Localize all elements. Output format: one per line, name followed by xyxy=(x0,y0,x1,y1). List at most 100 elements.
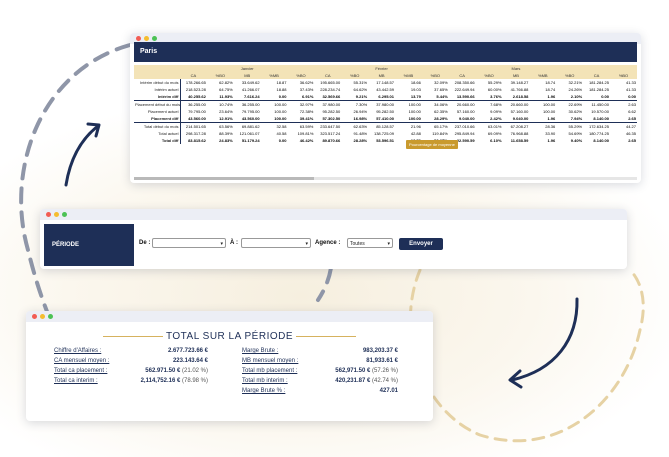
column-header: MB xyxy=(368,72,395,79)
table-row: Intérim diff 40.255.62 11.93% 7.616.24 0.00 6… xyxy=(134,93,637,101)
total-label: Total mb placement : xyxy=(242,368,298,374)
table-cell: 32.97% xyxy=(287,100,315,108)
table-cell: 62.82% xyxy=(219,80,233,85)
data-table: Janvier Février Mars CA %BO MB %MB %BO CA %BO M… xyxy=(134,65,637,175)
table-cell: 83.815.62 xyxy=(188,138,206,143)
column-header: CA xyxy=(583,72,610,79)
send-button[interactable]: Envoyer xyxy=(399,238,443,250)
title-divider-right xyxy=(296,336,356,337)
minimize-dot-icon[interactable] xyxy=(40,314,45,319)
scrollbar-thumb[interactable] xyxy=(134,177,314,180)
table-cell: 100.00 xyxy=(274,109,287,114)
close-dot-icon[interactable] xyxy=(46,212,51,217)
table-cell: 7.30% xyxy=(341,100,369,108)
table-cell: 32.58 xyxy=(260,122,288,130)
table-cell: 2.65 xyxy=(628,116,636,121)
table-cell: 6.10% xyxy=(490,138,502,143)
chevron-down-icon: ▾ xyxy=(387,241,390,247)
to-date-select[interactable]: ▾ xyxy=(241,238,311,248)
table-cell: 37.65% xyxy=(434,87,448,92)
table-cell: 55.29% xyxy=(487,80,502,85)
table-cell: 40.255.62 xyxy=(188,94,206,99)
table-cell: 24.26% xyxy=(568,87,583,92)
table-cell: 100.00 xyxy=(529,100,557,108)
column-header: %BO xyxy=(556,72,584,79)
table-cell: 95.282.50 xyxy=(376,109,394,114)
table-cell: 40.58 xyxy=(276,131,287,136)
row-label: Placement début du mois xyxy=(134,100,181,108)
table-cell: 9.21% xyxy=(355,94,368,99)
column-header: %BO xyxy=(421,72,449,79)
row-label: Intérim diff xyxy=(134,93,181,101)
table-cell: 41.266.07 xyxy=(241,87,260,92)
maximize-dot-icon[interactable] xyxy=(62,212,67,217)
close-dot-icon[interactable] xyxy=(136,36,141,41)
table-cell: 41.766.88 xyxy=(510,87,529,92)
table-cell: 6.91% xyxy=(302,94,314,99)
table-cell: 36.255.00 xyxy=(233,100,261,108)
page-title: Paris xyxy=(134,42,637,62)
table-cell: 0.00 xyxy=(628,94,636,99)
table-cell: 100.00 xyxy=(543,109,556,114)
filter-bar: PÉRIODE De : ▾ À : ▾ Agence : Toutes ▾ En… xyxy=(44,224,623,266)
table-cell: 6.62 xyxy=(628,109,636,114)
table-cell: 5.44% xyxy=(436,94,448,99)
minimize-dot-icon[interactable] xyxy=(144,36,149,41)
table-cell: 41.33 xyxy=(625,80,636,85)
table-cell: 195.665.00 xyxy=(320,80,341,85)
total-label: Marge Brute : xyxy=(242,348,279,354)
table-cell: 42.88 xyxy=(410,131,421,136)
table-cell: 67.208.27 xyxy=(502,122,530,130)
table-cell: 9.40% xyxy=(570,138,583,143)
table-cell: 62.63% xyxy=(341,122,369,130)
table-cell: 100.00 xyxy=(274,116,287,121)
row-label: Intérim actuel xyxy=(134,86,181,93)
table-cell: 79.795.00 xyxy=(241,109,260,114)
table-cell: 33.90 xyxy=(545,131,556,136)
table-cell: 36.62% xyxy=(299,80,314,85)
table-cell: 28.29% xyxy=(434,116,448,121)
table-cell: 11.450.00 xyxy=(583,100,610,108)
column-header: MB xyxy=(233,72,261,79)
column-header: %MB xyxy=(529,72,557,79)
total-label: Chiffre d'Affaires : xyxy=(54,348,102,354)
total-value: 2,114,752.16 € xyxy=(140,378,181,384)
horizontal-scrollbar[interactable] xyxy=(134,177,637,180)
maximize-dot-icon[interactable] xyxy=(152,36,157,41)
maximize-dot-icon[interactable] xyxy=(48,314,53,319)
table-cell: 6.295.01 xyxy=(378,94,394,99)
table-cell: 72.38% xyxy=(299,109,314,114)
agency-select[interactable]: Toutes ▾ xyxy=(347,238,393,248)
total-value: 983,203.37 € xyxy=(362,348,398,354)
total-value: 223.143.64 € xyxy=(172,358,208,364)
table-cell: 8.140.00 xyxy=(593,138,609,143)
window-titlebar xyxy=(26,311,433,322)
column-header: CA xyxy=(180,72,207,79)
totals-title: TOTAL SUR LA PÉRIODE xyxy=(165,331,294,342)
total-percent: (57.26 %) xyxy=(371,368,398,374)
minimize-dot-icon[interactable] xyxy=(54,212,59,217)
table-cell: 34.06% xyxy=(421,100,449,108)
table-cell: 228.234.74 xyxy=(320,87,341,92)
table-cell: 57.160.00 xyxy=(456,109,475,114)
window-titlebar xyxy=(40,209,627,220)
table-cell: 2.65 xyxy=(628,138,636,143)
table-row: Total actuel 298.317.28 88.39% 121.061.07 40… xyxy=(134,130,637,137)
table-cell: 32.569.66 xyxy=(322,94,341,99)
table-cell: 79.795.00 xyxy=(188,109,206,114)
filter-window: PÉRIODE De : ▾ À : ▾ Agence : Toutes ▾ En… xyxy=(40,209,627,269)
from-date-select[interactable]: ▾ xyxy=(152,238,226,248)
table-cell: 1.96 xyxy=(547,94,556,99)
table-cell: 28.36 xyxy=(529,122,557,130)
table-cell: 43.442.59 xyxy=(376,87,394,92)
table-cell: 121.061.07 xyxy=(239,131,260,136)
close-dot-icon[interactable] xyxy=(32,314,37,319)
agency-label: Agence : xyxy=(315,240,341,246)
row-label: Total diff xyxy=(134,137,181,144)
table-cell: 63.59% xyxy=(287,122,315,130)
to-label: À : xyxy=(230,240,238,246)
totals-panel: TOTAL SUR LA PÉRIODE Chiffre d'Affaires … xyxy=(30,325,429,417)
table-cell: 323.517.24 xyxy=(320,131,341,136)
column-header: %BO xyxy=(341,72,369,79)
table-cell: 95.282.50 xyxy=(322,109,341,114)
